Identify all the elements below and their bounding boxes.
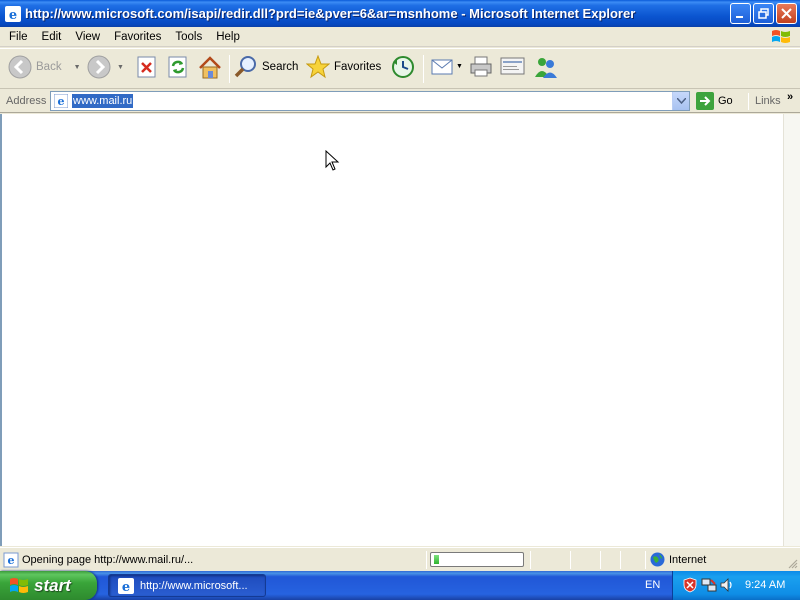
search-button[interactable]: Search (234, 55, 298, 79)
taskbar-item-label: http://www.microsoft... (140, 579, 248, 592)
resize-grip-icon[interactable] (786, 557, 798, 569)
home-icon (199, 56, 221, 79)
svg-text:e: e (122, 580, 130, 594)
home-button[interactable] (197, 55, 223, 81)
minimize-icon (736, 16, 743, 18)
internet-zone-icon (650, 552, 665, 567)
windows-logo-icon (772, 30, 790, 43)
ie-icon: e (118, 577, 134, 594)
title-bar[interactable]: e http://www.microsoft.com/isapi/redir.d… (0, 0, 800, 27)
window-title: http://www.microsoft.com/isapi/redir.dll… (25, 6, 636, 21)
menu-help[interactable]: Help (209, 31, 247, 43)
svg-text:e: e (9, 8, 17, 22)
windows-logo-icon (10, 577, 28, 593)
status-bar: e Opening page http://www.mail.ru/... In… (0, 547, 800, 571)
forward-icon (87, 55, 111, 79)
forward-button[interactable]: ▼ (87, 55, 124, 79)
address-value[interactable]: www.mail.ru (72, 94, 134, 108)
go-label: Go (718, 95, 733, 107)
edit-button[interactable] (500, 55, 526, 77)
chevron-down-icon (676, 98, 686, 104)
stop-button[interactable] (136, 55, 158, 79)
history-button[interactable] (391, 55, 415, 79)
standard-toolbar: Back ▼ ▼ Search Favorites ▼ (0, 48, 800, 89)
address-label: Address (6, 95, 47, 107)
mail-dropdown-icon[interactable]: ▼ (456, 63, 463, 70)
clock: 9:24 AM (745, 579, 786, 591)
close-icon (781, 8, 792, 19)
print-button[interactable] (469, 55, 493, 79)
go-arrow-icon (696, 92, 714, 110)
mouse-pointer-icon (325, 150, 340, 171)
page-icon: e (54, 94, 68, 108)
volume-icon[interactable] (719, 577, 735, 593)
back-icon (8, 55, 32, 79)
network-icon[interactable] (701, 577, 717, 593)
go-button[interactable]: Go (696, 92, 733, 110)
svg-text:e: e (58, 95, 65, 108)
taskbar-item-ie[interactable]: e http://www.microsoft... (108, 574, 266, 597)
stop-icon (137, 56, 156, 78)
page-content[interactable] (0, 114, 783, 546)
address-dropdown-button[interactable] (672, 92, 689, 110)
security-shield-icon[interactable] (682, 577, 698, 593)
page-progress-bar (430, 552, 524, 567)
mail-icon (431, 59, 453, 75)
menu-edit[interactable]: Edit (35, 31, 69, 43)
favorites-icon (306, 55, 330, 79)
status-text: Opening page http://www.mail.ru/... (22, 554, 194, 566)
taskbar: start e http://www.microsoft... EN 9:24 … (0, 571, 800, 600)
address-input[interactable]: e www.mail.ru (50, 91, 690, 111)
security-zone-label: Internet (669, 554, 707, 566)
minimize-button[interactable] (730, 3, 751, 24)
menu-file[interactable]: File (0, 31, 35, 43)
language-indicator[interactable]: EN (645, 579, 660, 591)
ie-icon: e (5, 5, 21, 22)
favorites-label: Favorites (334, 61, 382, 73)
system-tray: 9:24 AM (672, 571, 800, 600)
links-chevron-icon[interactable]: » (787, 91, 793, 103)
restore-icon (758, 8, 769, 19)
close-button[interactable] (776, 3, 797, 24)
svg-text:e: e (8, 554, 15, 567)
back-button[interactable]: Back ▼ (8, 55, 81, 79)
search-icon (234, 56, 256, 78)
page-loading-icon: e (3, 552, 19, 568)
progress-fill (434, 555, 439, 564)
forward-dropdown-icon[interactable]: ▼ (117, 64, 124, 71)
edit-icon (500, 57, 525, 75)
favorites-button[interactable]: Favorites (306, 55, 381, 79)
restore-button[interactable] (753, 3, 774, 24)
messenger-button[interactable] (533, 55, 559, 79)
messenger-icon (535, 58, 557, 78)
menu-favorites[interactable]: Favorites (107, 31, 168, 43)
address-bar: Address e www.mail.ru Go Links » (0, 90, 800, 113)
menu-tools[interactable]: Tools (168, 31, 209, 43)
refresh-icon (168, 56, 187, 78)
print-icon (470, 56, 492, 77)
start-button[interactable]: start (0, 571, 97, 600)
links-label[interactable]: Links (755, 95, 781, 107)
mail-button[interactable]: ▼ (430, 55, 463, 77)
back-dropdown-icon[interactable]: ▼ (74, 64, 81, 71)
start-label: start (34, 575, 71, 595)
vertical-scrollbar[interactable] (783, 114, 800, 546)
menu-view[interactable]: View (68, 31, 107, 43)
refresh-button[interactable] (167, 55, 189, 79)
search-label: Search (262, 61, 299, 73)
history-icon (392, 56, 414, 78)
back-label: Back (36, 61, 62, 73)
menu-bar: File Edit View Favorites Tools Help (0, 27, 800, 47)
